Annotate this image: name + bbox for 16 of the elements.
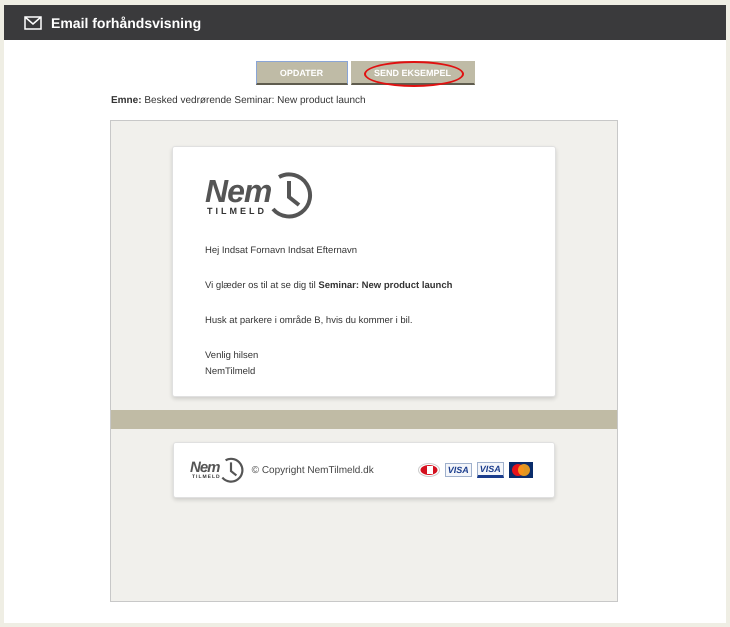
visa-electron-logo: VISA <box>476 462 504 478</box>
signoff-text: Venlig hilsen <box>205 349 260 363</box>
visa-logo: VISA <box>444 463 472 477</box>
envelope-icon <box>24 16 42 30</box>
logo: Nem TILMELD <box>205 171 555 219</box>
email-paragraph: Hej Indsat Fornavn Indsat Efternavn <box>205 245 358 256</box>
window-title: Email forhåndsvisning <box>51 14 202 30</box>
dankort-logo-icon <box>418 463 440 477</box>
action-button[interactable]: SEND EKSEMPEL <box>350 61 474 85</box>
mastercard-logo-icon <box>508 462 533 478</box>
email-paragraph: Husk at parkere i område B, hvis du kommer i bil. <box>205 315 414 326</box>
signoff-text: NemTilmeld <box>205 365 256 379</box>
copyright-text: © Copyright NemTilmeld.dk <box>252 464 374 476</box>
email-paragraph: Vi glæder os til at se dig til Seminar: New product launch <box>205 280 454 291</box>
action-button[interactable]: OPDATER <box>256 61 348 85</box>
subject-line: Emne: Besked vedrørende Seminar: New product launch <box>111 95 367 106</box>
